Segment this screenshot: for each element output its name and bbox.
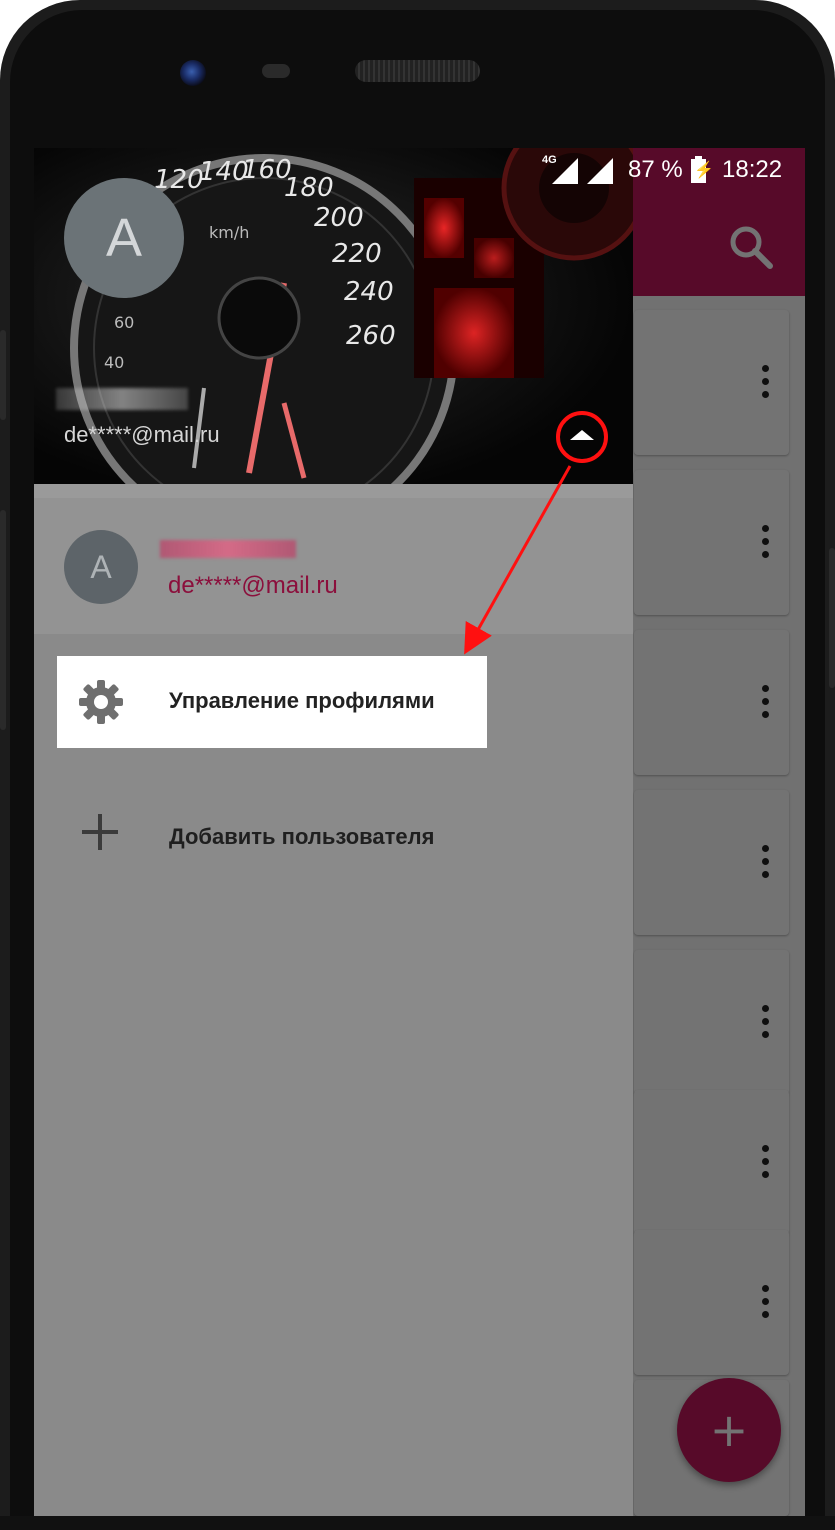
bottom-bezel: [0, 1516, 835, 1530]
side-button-left-2: [0, 510, 6, 730]
front-camera: [180, 60, 206, 86]
gear-icon: [79, 680, 123, 724]
battery-percent: 87 %: [628, 156, 683, 183]
svg-text:km/h: km/h: [209, 223, 249, 242]
signal-icon: [587, 158, 613, 184]
proximity-sensor: [262, 64, 290, 78]
chevron-up-icon: [570, 430, 594, 440]
clock: 18:22: [722, 156, 783, 183]
account-avatar: A: [64, 530, 138, 604]
add-user-label: Добавить пользователя: [169, 824, 435, 849]
drawer-header: 120 140 160 180 200 220 240 260 km/h 60 …: [34, 148, 633, 484]
account-email: de*****@mail.ru: [168, 572, 338, 599]
svg-text:260: 260: [346, 321, 396, 351]
header-name-redacted: [56, 388, 188, 410]
svg-text:60: 60: [114, 313, 134, 332]
account-list-item[interactable]: A de*****@mail.ru: [34, 498, 633, 634]
manage-profiles-menu-item[interactable]: Управление профилями: [57, 656, 487, 748]
navigation-drawer: 120 140 160 180 200 220 240 260 km/h 60 …: [34, 148, 633, 1516]
add-user-menu-item[interactable]: Добавить пользователя: [34, 792, 633, 884]
plus-icon: [82, 814, 118, 850]
screen: + 12: [34, 148, 805, 1516]
svg-text:220: 220: [332, 239, 382, 269]
signal-icon: [552, 158, 578, 184]
svg-text:40: 40: [104, 353, 124, 372]
drawer-divider: [34, 484, 633, 498]
manage-profiles-label: Управление профилями: [169, 688, 435, 713]
status-bar: 4G 87 % ⚡ 18:22: [34, 148, 805, 194]
battery-charging-icon: ⚡: [691, 156, 714, 183]
side-button-right: [829, 548, 835, 688]
account-name-redacted: [160, 540, 296, 558]
svg-text:240: 240: [344, 277, 394, 307]
header-avatar[interactable]: A: [64, 178, 184, 298]
header-email: de*****@mail.ru: [64, 422, 220, 447]
earpiece-speaker: [355, 60, 480, 82]
svg-text:200: 200: [314, 203, 364, 233]
side-button-left-1: [0, 330, 6, 420]
account-switcher-toggle[interactable]: [556, 411, 608, 463]
